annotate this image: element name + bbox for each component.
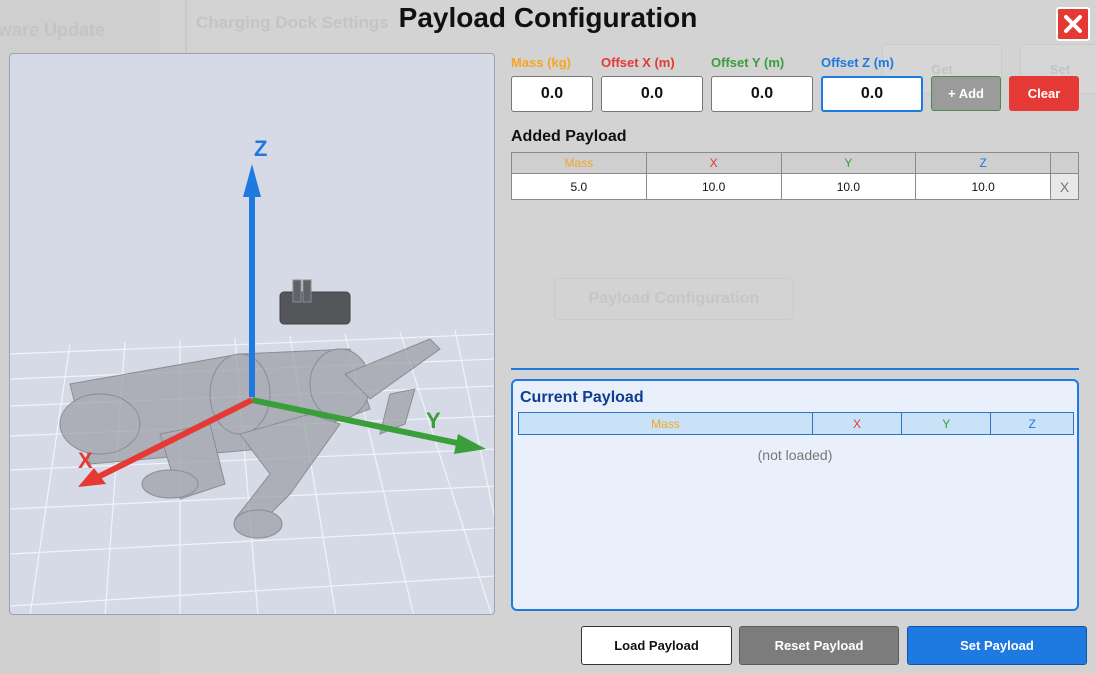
background-ghost-button: Payload Configuration <box>554 278 794 320</box>
current-payload-table: Mass X Y Z <box>518 412 1074 435</box>
current-payload-header-row: Mass X Y Z <box>518 412 1074 435</box>
current-header-y: Y <box>901 412 992 435</box>
close-icon <box>1064 15 1082 33</box>
header-mass: Mass <box>511 152 647 174</box>
clear-button[interactable]: Clear <box>1009 76 1079 111</box>
table-row: 5.0 10.0 10.0 10.0 X <box>511 173 1079 200</box>
mass-label: Mass (kg) <box>511 55 571 70</box>
z-axis-label: Z <box>254 136 267 161</box>
offset-z-input[interactable] <box>821 76 923 112</box>
close-button[interactable] <box>1056 7 1090 41</box>
payload-3d-viewport[interactable]: Z Y X <box>9 53 495 615</box>
header-remove <box>1050 152 1079 174</box>
row-x: 10.0 <box>645 173 782 200</box>
row-y: 10.0 <box>780 173 917 200</box>
current-header-mass: Mass <box>518 412 813 435</box>
viewport-scene: Z Y X <box>10 136 494 614</box>
dialog-title: Payload Configuration <box>398 2 698 33</box>
x-axis-label: X <box>78 448 93 473</box>
offset-x-label: Offset X (m) <box>601 55 675 70</box>
y-axis-label: Y <box>426 408 441 433</box>
not-loaded-text: (not loaded) <box>757 447 833 463</box>
z-axis-arrowhead <box>243 164 261 197</box>
add-button[interactable]: + Add <box>931 76 1001 111</box>
row-mass: 5.0 <box>511 173 647 200</box>
set-payload-button[interactable]: Set Payload <box>907 626 1087 665</box>
reset-payload-button[interactable]: Reset Payload <box>739 626 899 665</box>
y-axis-arrowhead <box>454 434 486 454</box>
current-header-x: X <box>811 412 903 435</box>
offset-z-label: Offset Z (m) <box>821 55 894 70</box>
header-y: Y <box>780 152 917 174</box>
current-payload-panel: Current Payload Mass X Y Z (not loaded) <box>511 379 1079 611</box>
row-z: 10.0 <box>915 173 1052 200</box>
load-payload-button[interactable]: Load Payload <box>581 626 732 665</box>
offset-y-label: Offset Y (m) <box>711 55 785 70</box>
section-divider <box>511 368 1079 370</box>
header-z: Z <box>915 152 1052 174</box>
offset-y-input[interactable] <box>711 76 813 112</box>
header-x: X <box>645 152 782 174</box>
added-payload-header-row: Mass X Y Z <box>511 152 1079 174</box>
added-payload-table: Mass X Y Z 5.0 10.0 10.0 10.0 X <box>511 152 1079 200</box>
added-payload-title: Added Payload <box>511 128 627 145</box>
remove-row-button[interactable]: X <box>1050 173 1079 200</box>
current-payload-title: Current Payload <box>520 389 644 406</box>
mass-input[interactable] <box>511 76 593 112</box>
current-header-z: Z <box>990 412 1074 435</box>
offset-x-input[interactable] <box>601 76 703 112</box>
